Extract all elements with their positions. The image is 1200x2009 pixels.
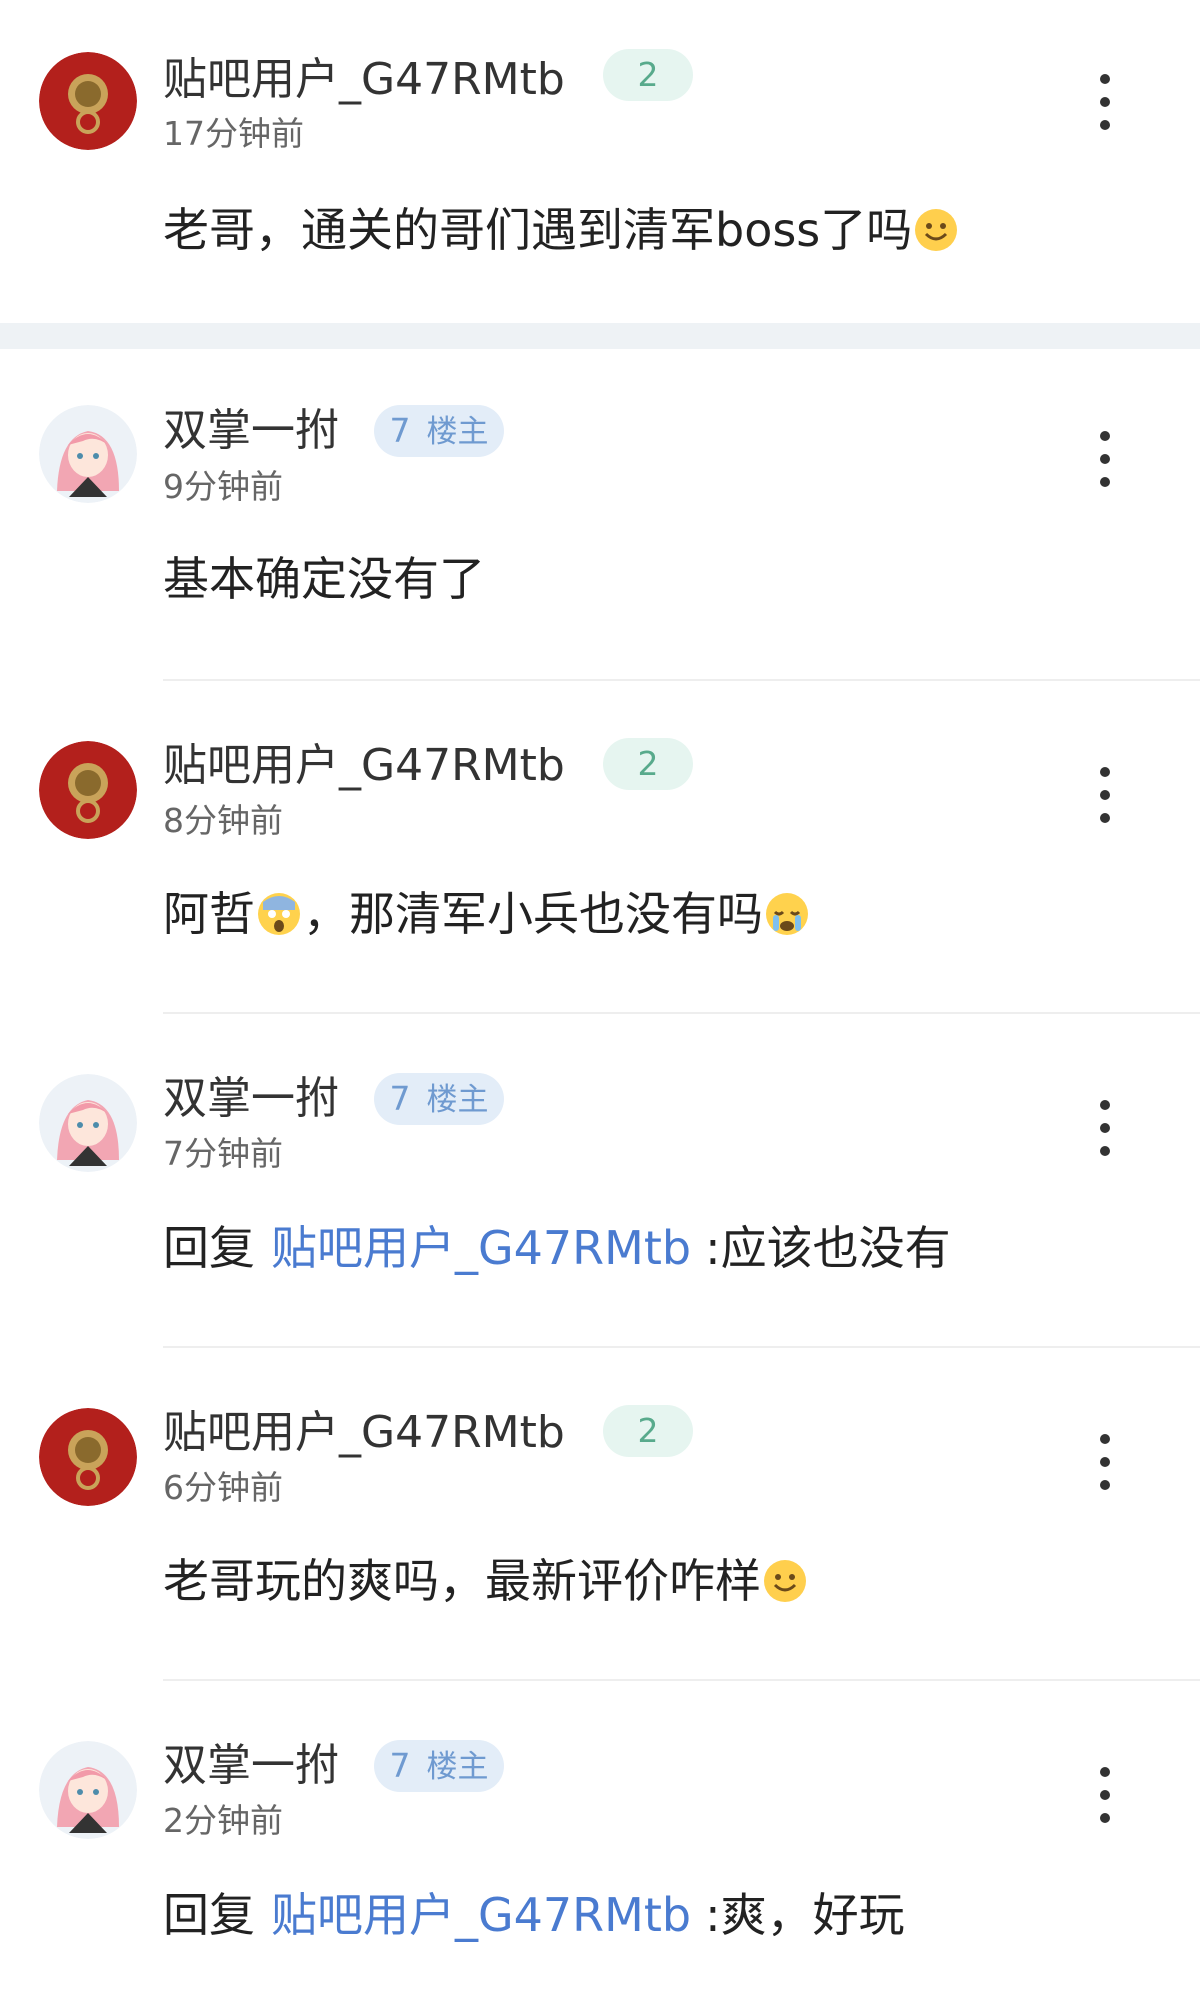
comment-item: 贴吧用户_G47RMtb 2 17分钟前 老哥，通关的哥们遇到清军boss了吗 [0,0,1200,323]
comment-text: 老哥，通关的哥们遇到清军boss了吗 [163,198,960,262]
more-options-icon[interactable] [1090,74,1120,130]
comment-time: 9分钟前 [163,467,283,506]
level-badge: 2 [603,49,693,101]
scared-emoji-icon [255,890,303,938]
level-number: 7 [389,1079,411,1118]
reply-user-link[interactable]: 贴吧用户_G47RMtb [271,1888,691,1942]
more-options-icon[interactable] [1090,1434,1120,1490]
comment-time: 6分钟前 [163,1468,283,1507]
owner-badge: 7 楼主 [374,1740,504,1792]
avatar-lion[interactable] [39,1408,137,1506]
level-badge: 2 [603,738,693,790]
comment-text: 回复 贴吧用户_G47RMtb:爽，好玩 [163,1888,905,1942]
owner-badge: 7 楼主 [374,405,504,457]
level-number: 7 [389,1746,411,1785]
comment-item: 双掌一拊 7 楼主 2分钟前 回复 贴吧用户_G47RMtb:爽，好玩 [0,1681,1200,2009]
comment-username[interactable]: 双掌一拊 [163,403,339,459]
crying-emoji-icon [763,890,811,938]
smile-emoji-icon [761,1557,809,1605]
owner-tag: 楼主 [426,1082,489,1118]
reply-user-link[interactable]: 贴吧用户_G47RMtb [271,1221,691,1275]
avatar-anime[interactable] [39,405,137,503]
comment-time: 8分钟前 [163,801,283,840]
avatar-lion[interactable] [39,52,137,150]
comment-username[interactable]: 贴吧用户_G47RMtb [163,52,565,108]
more-options-icon[interactable] [1090,431,1120,487]
comment-item: 双掌一拊 7 楼主 7分钟前 回复 贴吧用户_G47RMtb:应该也没有 [0,1014,1200,1348]
level-number: 7 [389,411,411,450]
owner-tag: 楼主 [426,1749,489,1785]
more-options-icon[interactable] [1090,767,1120,823]
more-options-icon[interactable] [1090,1100,1120,1156]
comment-item: 双掌一拊 7 楼主 9分钟前 基本确定没有了 [0,349,1200,681]
comment-time: 17分钟前 [163,114,304,153]
comment-time: 2分钟前 [163,1801,283,1840]
avatar-anime[interactable] [39,1074,137,1172]
comment-text: 阿哲 ，那清军小兵也没有吗 [163,882,811,946]
comment-item: 贴吧用户_G47RMtb 2 8分钟前 阿哲 ，那清军小兵也没有吗 [0,681,1200,1014]
level-badge: 2 [603,1405,693,1457]
avatar-anime[interactable] [39,1741,137,1839]
smile-emoji-icon [912,206,960,254]
owner-badge: 7 楼主 [374,1073,504,1125]
comment-username[interactable]: 双掌一拊 [163,1071,339,1127]
comment-text: 回复 贴吧用户_G47RMtb:应该也没有 [163,1221,951,1275]
comment-username[interactable]: 贴吧用户_G47RMtb [163,738,565,794]
comment-username[interactable]: 贴吧用户_G47RMtb [163,1405,565,1461]
comment-text: 老哥玩的爽吗，最新评价咋样 [163,1549,809,1613]
avatar-lion[interactable] [39,741,137,839]
comment-text: 基本确定没有了 [163,552,485,606]
comment-time: 7分钟前 [163,1134,283,1173]
level-number: 2 [637,1411,659,1450]
level-number: 2 [637,744,659,783]
comment-thread: 贴吧用户_G47RMtb 2 17分钟前 老哥，通关的哥们遇到清军boss了吗 … [0,0,1200,2009]
section-divider [0,323,1200,349]
owner-tag: 楼主 [426,414,489,450]
level-number: 2 [637,55,659,94]
comment-item: 贴吧用户_G47RMtb 2 6分钟前 老哥玩的爽吗，最新评价咋样 [0,1348,1200,1681]
more-options-icon[interactable] [1090,1767,1120,1823]
comment-username[interactable]: 双掌一拊 [163,1738,339,1794]
